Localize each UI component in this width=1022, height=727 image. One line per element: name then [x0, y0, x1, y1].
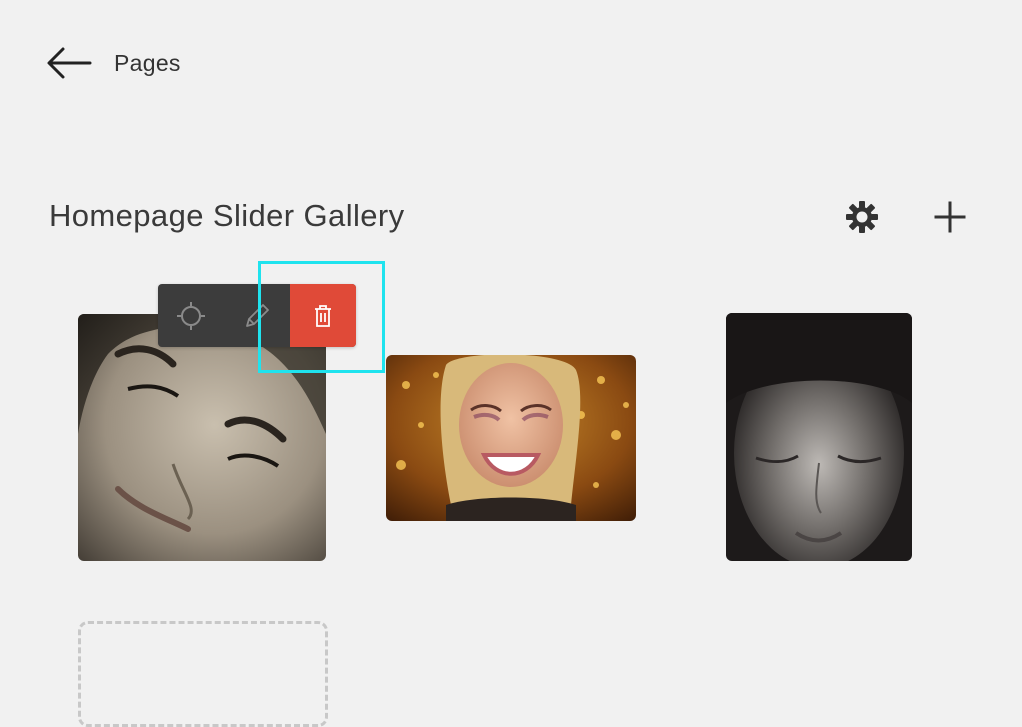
- edit-button[interactable]: [224, 284, 290, 347]
- trash-icon: [315, 304, 331, 327]
- arrow-left-icon: [47, 47, 92, 79]
- portrait-image: [386, 355, 636, 521]
- add-button[interactable]: [928, 195, 972, 239]
- portrait-image: [726, 313, 912, 561]
- gallery-image-1[interactable]: [78, 314, 326, 561]
- gallery-image-2[interactable]: [386, 355, 636, 521]
- portrait-image: [78, 314, 326, 561]
- back-to-pages-link[interactable]: Pages: [46, 44, 181, 82]
- delete-button[interactable]: [290, 284, 356, 347]
- gear-icon: [846, 201, 878, 233]
- gallery-image-3[interactable]: [726, 313, 912, 561]
- add-image-placeholder[interactable]: [78, 621, 328, 727]
- page-title: Homepage Slider Gallery: [49, 198, 405, 233]
- focal-point-icon: [177, 301, 205, 330]
- plus-icon: [934, 201, 966, 233]
- image-toolbar: [158, 284, 356, 347]
- back-label: Pages: [114, 49, 181, 76]
- settings-button[interactable]: [840, 195, 884, 239]
- pencil-icon: [246, 303, 269, 327]
- focal-point-button[interactable]: [158, 284, 224, 347]
